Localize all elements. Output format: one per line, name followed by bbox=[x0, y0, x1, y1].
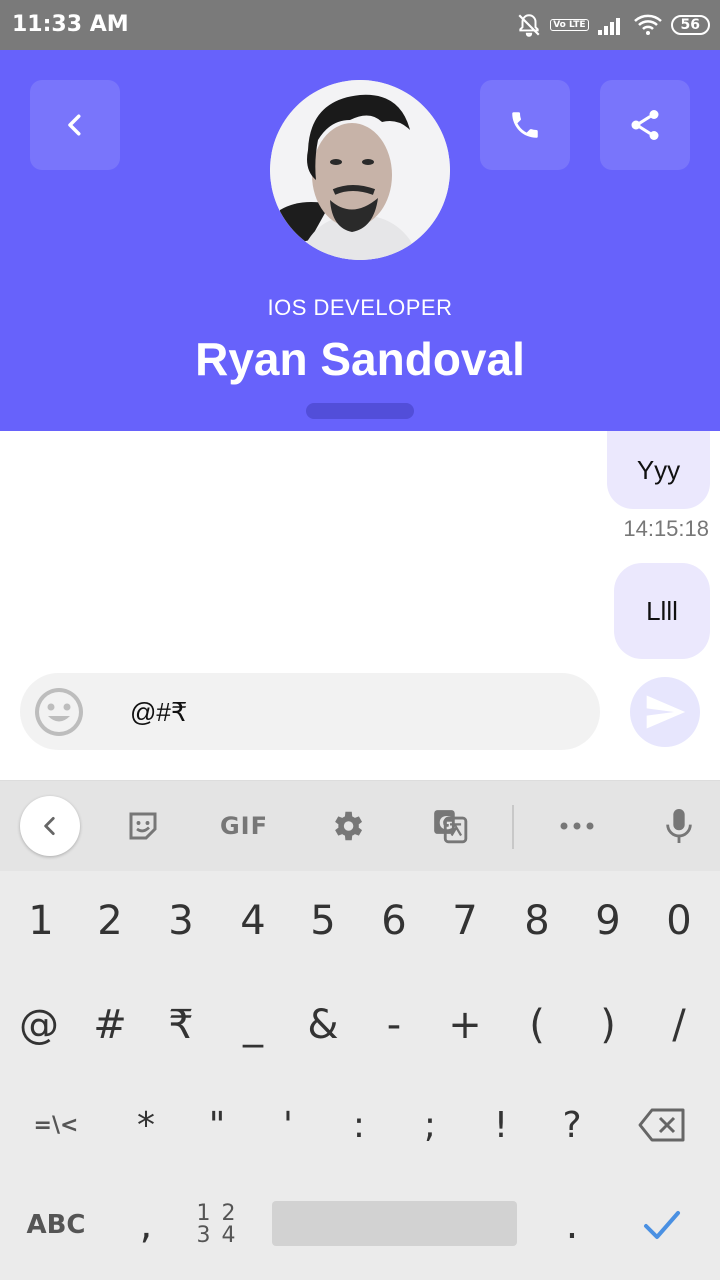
message-timestamp: 14:15:18 bbox=[623, 516, 709, 541]
microphone-icon[interactable] bbox=[649, 796, 709, 856]
share-icon bbox=[631, 110, 659, 140]
call-button[interactable] bbox=[480, 80, 570, 170]
key[interactable]: @ bbox=[3, 975, 75, 1075]
status-bar: 11:33 AM Vo LTE 56 bbox=[0, 0, 720, 50]
chevron-left-icon bbox=[68, 114, 81, 136]
key[interactable]: ' bbox=[252, 1075, 324, 1175]
keyboard-collapse-button[interactable] bbox=[20, 796, 80, 856]
status-time: 11:33 AM bbox=[12, 12, 129, 37]
key[interactable]: 1 bbox=[5, 871, 77, 971]
share-button[interactable] bbox=[600, 80, 690, 170]
soft-keyboard: GIF G 1 2 3 4 5 6 7 8 9 0 @ # ₹ _ & - + bbox=[0, 780, 720, 1280]
abc-key[interactable]: ABC bbox=[20, 1175, 92, 1275]
numpad-key-top: 1 2 bbox=[196, 1201, 238, 1226]
toolbar-divider bbox=[512, 805, 514, 849]
key[interactable]: * bbox=[110, 1075, 182, 1175]
sticker-icon[interactable] bbox=[113, 796, 173, 856]
keyboard-row-symbols: @ # ₹ _ & - + ( ) / bbox=[0, 975, 720, 1075]
key[interactable]: ! bbox=[465, 1075, 537, 1175]
signal-icon bbox=[597, 14, 625, 36]
key[interactable]: " bbox=[181, 1075, 253, 1175]
key[interactable]: 2 bbox=[74, 871, 146, 971]
key[interactable]: ( bbox=[501, 975, 573, 1075]
enter-key[interactable] bbox=[626, 1175, 698, 1275]
gear-icon[interactable] bbox=[317, 796, 377, 856]
battery-icon: 56 bbox=[670, 15, 710, 35]
wifi-icon bbox=[633, 13, 663, 37]
keyboard-row-punctuation: =\< * " ' : ; ! ? bbox=[0, 1075, 720, 1175]
key[interactable]: 7 bbox=[429, 871, 501, 971]
numpad-key-bottom: 3 4 bbox=[196, 1223, 238, 1248]
phone-icon bbox=[512, 112, 538, 138]
key[interactable]: ? bbox=[536, 1075, 608, 1175]
message-bubble[interactable]: Llll bbox=[614, 563, 710, 659]
comma-key[interactable]: , bbox=[110, 1175, 182, 1275]
key[interactable]: ) bbox=[572, 975, 644, 1075]
keyboard-row-digits: 1 2 3 4 5 6 7 8 9 0 bbox=[0, 871, 720, 971]
message-input[interactable]: @#₹ bbox=[20, 673, 600, 750]
space-key[interactable] bbox=[272, 1201, 517, 1246]
key[interactable]: 8 bbox=[501, 871, 573, 971]
key[interactable]: 3 bbox=[145, 871, 217, 971]
key[interactable]: & bbox=[287, 975, 359, 1075]
send-icon bbox=[646, 695, 686, 729]
key[interactable]: _ bbox=[217, 975, 289, 1075]
backspace-key[interactable] bbox=[626, 1075, 698, 1175]
contact-role: IOS DEVELOPER bbox=[267, 295, 453, 320]
keyboard-row-bottom: ABC , 1 2 3 4 . bbox=[0, 1175, 720, 1275]
translate-icon[interactable]: G bbox=[420, 796, 480, 856]
profile-header: IOS DEVELOPER Ryan Sandoval bbox=[0, 50, 720, 431]
message-text: Llll bbox=[646, 595, 678, 626]
more-symbols-key[interactable]: =\< bbox=[20, 1075, 92, 1175]
avatar bbox=[270, 80, 450, 260]
checkmark-icon bbox=[644, 1211, 680, 1239]
contact-name: Ryan Sandoval bbox=[195, 333, 525, 385]
key[interactable]: : bbox=[323, 1075, 395, 1175]
chat-area[interactable]: Yyy 14:15:18 Llll @#₹ bbox=[0, 431, 720, 780]
message-bubble[interactable]: Yyy bbox=[607, 431, 710, 509]
message-input-value: @#₹ bbox=[130, 697, 188, 727]
key[interactable]: 0 bbox=[643, 871, 715, 971]
send-button[interactable] bbox=[630, 677, 700, 747]
muted-alarm-icon bbox=[516, 12, 542, 38]
more-icon[interactable] bbox=[547, 796, 607, 856]
key[interactable]: 4 bbox=[217, 871, 289, 971]
chevron-left-icon bbox=[44, 817, 55, 835]
key[interactable]: - bbox=[358, 975, 430, 1075]
emoji-icon[interactable] bbox=[32, 685, 86, 739]
drag-handle[interactable] bbox=[306, 403, 414, 419]
status-icons: Vo LTE 56 bbox=[516, 10, 710, 40]
back-button[interactable] bbox=[30, 80, 120, 170]
numpad-key[interactable]: 1 2 3 4 bbox=[181, 1175, 253, 1275]
key[interactable]: ₹ bbox=[145, 975, 217, 1075]
key[interactable]: / bbox=[643, 975, 715, 1075]
key[interactable]: + bbox=[429, 975, 501, 1075]
key[interactable]: 6 bbox=[358, 871, 430, 971]
period-key[interactable]: . bbox=[536, 1175, 608, 1275]
gif-button[interactable]: GIF bbox=[214, 796, 274, 856]
volte-icon: Vo LTE bbox=[550, 19, 589, 31]
message-text: Yyy bbox=[636, 454, 681, 485]
key[interactable]: 9 bbox=[572, 871, 644, 971]
backspace-icon bbox=[638, 1108, 685, 1142]
key[interactable]: ; bbox=[394, 1075, 466, 1175]
keyboard-toolbar: GIF G bbox=[0, 781, 720, 871]
key[interactable]: 5 bbox=[287, 871, 359, 971]
key[interactable]: # bbox=[74, 975, 146, 1075]
